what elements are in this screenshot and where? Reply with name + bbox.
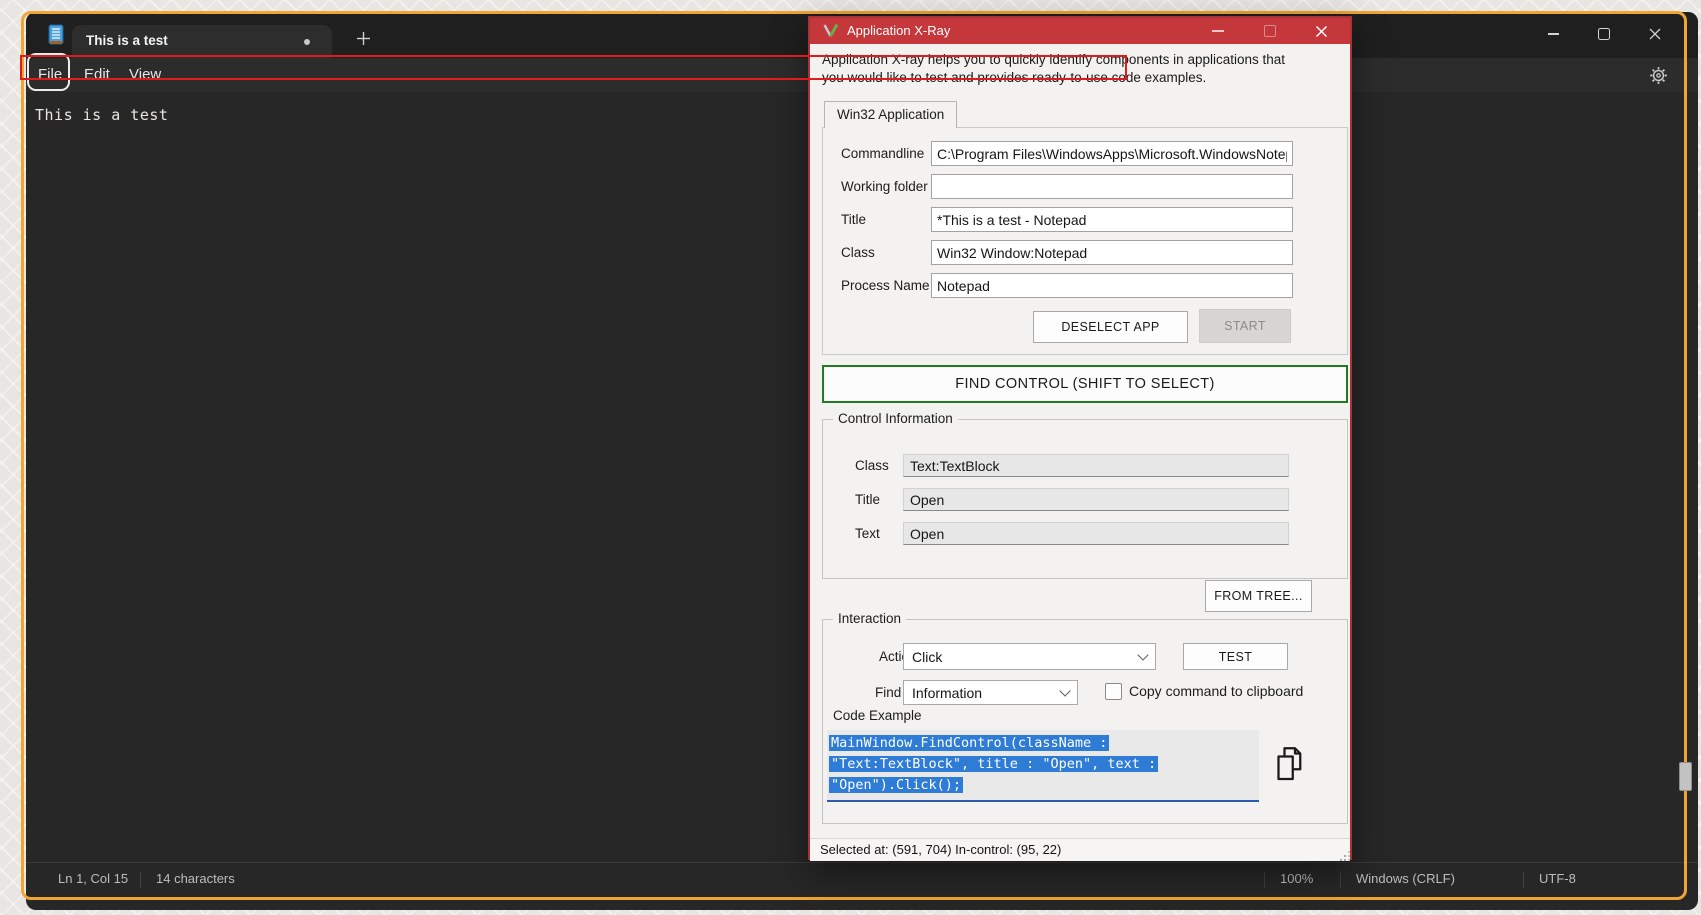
title-field[interactable] — [931, 207, 1293, 232]
xray-logo-icon — [822, 23, 839, 39]
minimize-icon — [1212, 30, 1224, 32]
copy-command-checkbox[interactable] — [1105, 683, 1122, 700]
resize-grip[interactable] — [1344, 855, 1346, 857]
new-tab-button[interactable] — [348, 23, 378, 53]
xray-description-line1: Application X-ray helps you to quickly i… — [822, 51, 1344, 69]
xray-titlebar: Application X-Ray — [810, 18, 1350, 44]
xray-description: Application X-ray helps you to quickly i… — [822, 51, 1344, 87]
status-divider — [1523, 872, 1524, 888]
chevron-down-icon — [1137, 649, 1148, 660]
notepad-close-button[interactable] — [1633, 18, 1677, 50]
settings-button[interactable] — [1644, 62, 1672, 88]
process-name-label: Process Name — [841, 273, 930, 298]
code-line: "Open").Click(); — [829, 777, 963, 793]
ci-class-field[interactable] — [903, 454, 1289, 477]
chevron-down-icon — [1059, 685, 1070, 696]
status-divider — [1264, 872, 1265, 888]
maximize-icon — [1264, 25, 1276, 37]
tab-win32-application[interactable]: Win32 Application — [824, 101, 957, 128]
interaction-group: Interaction Action Click TEST Find by In… — [822, 619, 1348, 824]
menu-view[interactable]: View — [123, 63, 167, 87]
minimize-icon — [1548, 33, 1559, 35]
find-by-select[interactable]: Information — [903, 680, 1078, 705]
notepad-tab[interactable]: This is a test — [72, 25, 332, 58]
control-information-legend: Control Information — [833, 411, 958, 426]
xray-maximize-button[interactable] — [1253, 18, 1287, 44]
gear-icon — [1649, 66, 1668, 85]
ci-title-field[interactable] — [903, 488, 1289, 511]
close-icon — [1649, 28, 1661, 40]
maximize-icon — [1598, 28, 1610, 40]
control-information-group: Control Information Class Title Text — [822, 419, 1348, 579]
status-divider — [1340, 872, 1341, 888]
action-select-value: Click — [912, 649, 942, 665]
ci-class-label: Class — [855, 454, 889, 477]
notepad-scrollbar-thumb[interactable] — [1679, 762, 1692, 791]
close-icon — [1315, 25, 1328, 38]
notepad-maximize-button[interactable] — [1582, 18, 1626, 50]
commandline-label: Commandline — [841, 141, 924, 166]
find-by-select-value: Information — [912, 685, 982, 701]
from-tree-button[interactable]: FROM TREE... — [1205, 580, 1312, 612]
xray-statusbar: Selected at: (591, 704) In-control: (95,… — [810, 838, 1350, 861]
find-control-button[interactable]: FIND CONTROL (SHIFT TO SELECT) — [822, 365, 1348, 403]
status-divider — [140, 872, 141, 888]
xray-minimize-button[interactable] — [1201, 18, 1235, 44]
status-line-col: Ln 1, Col 15 — [58, 871, 128, 886]
status-zoom: 100% — [1280, 871, 1313, 886]
code-line: MainWindow.FindControl(className : — [829, 735, 1109, 751]
xray-close-button[interactable] — [1304, 18, 1338, 44]
notepad-tab-title: This is a test — [86, 33, 168, 48]
class-field[interactable] — [931, 240, 1293, 265]
start-button[interactable]: START — [1199, 309, 1291, 343]
status-encoding: UTF-8 — [1539, 871, 1576, 886]
notepad-document-text: This is a test — [35, 106, 168, 124]
xray-window: Application X-Ray Application X-ray help… — [808, 16, 1352, 860]
commandline-field[interactable] — [931, 141, 1293, 166]
status-characters: 14 characters — [156, 871, 235, 886]
deselect-app-button[interactable]: DESELECT APP — [1033, 311, 1188, 343]
unsaved-indicator-dot — [304, 39, 310, 45]
title-label: Title — [841, 207, 866, 232]
xray-window-title: Application X-Ray — [847, 18, 950, 44]
copy-command-checkbox-label: Copy command to clipboard — [1129, 681, 1303, 701]
working-folder-label: Working folder — [841, 174, 928, 199]
class-label: Class — [841, 240, 875, 265]
code-example-label: Code Example — [833, 706, 922, 726]
win32-application-panel: Commandline Working folder Title Class P… — [822, 127, 1348, 355]
notepad-statusbar: Ln 1, Col 15 14 characters 100% Windows … — [26, 862, 1698, 897]
menu-edit[interactable]: Edit — [78, 63, 116, 87]
copy-code-button[interactable] — [1271, 744, 1307, 784]
action-select[interactable]: Click — [903, 643, 1156, 670]
working-folder-field[interactable] — [931, 174, 1293, 199]
code-example-textarea[interactable]: MainWindow.FindControl(className : "Text… — [827, 730, 1259, 802]
test-button[interactable]: TEST — [1183, 643, 1288, 670]
notepad-app-icon — [46, 23, 66, 47]
interaction-legend: Interaction — [833, 611, 906, 626]
ci-text-field[interactable] — [903, 522, 1289, 545]
xray-status-text: Selected at: (591, 704) In-control: (95,… — [820, 839, 1061, 861]
xray-description-line2: you would like to test and provides read… — [822, 69, 1344, 87]
screen: This is a test File Edit View — [0, 0, 1701, 915]
menu-file[interactable]: File — [32, 63, 68, 87]
copy-icon — [1271, 744, 1307, 784]
ci-text-label: Text — [855, 522, 880, 545]
process-name-field[interactable] — [931, 273, 1293, 298]
ci-title-label: Title — [855, 488, 880, 511]
notepad-minimize-button[interactable] — [1531, 18, 1575, 50]
code-line: "Text:TextBlock", title : "Open", text : — [829, 756, 1158, 772]
status-line-ending: Windows (CRLF) — [1356, 871, 1455, 886]
